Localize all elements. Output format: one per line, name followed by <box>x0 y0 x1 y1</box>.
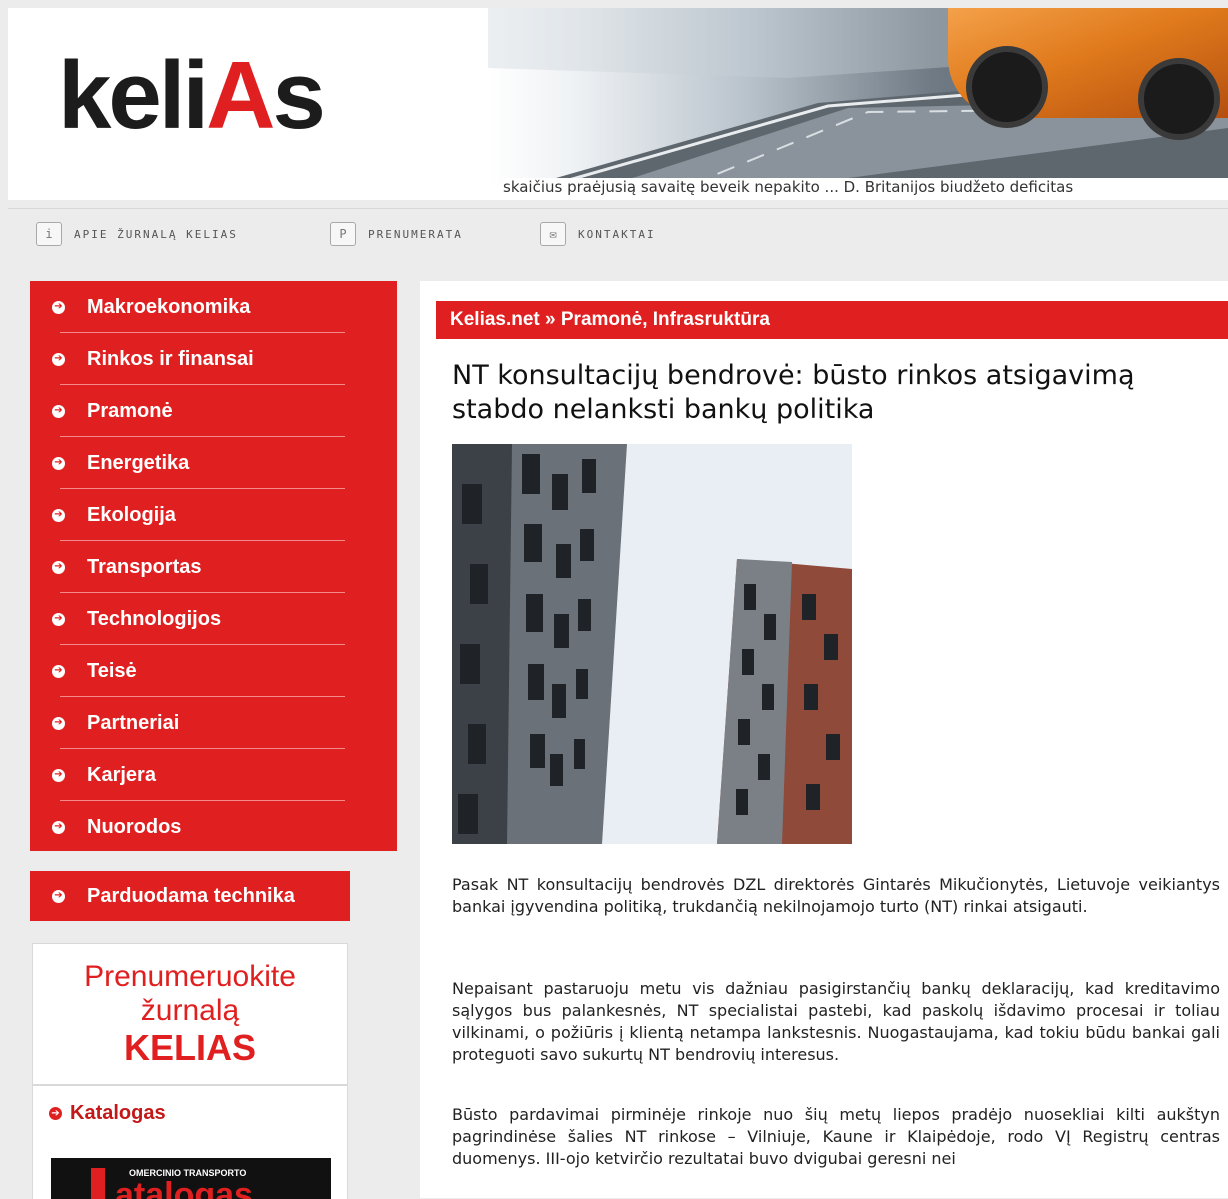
subscribe-banner-line2: žurnalą <box>140 994 240 1027</box>
arrow-icon: ➔ <box>49 1107 62 1120</box>
info-icon: i <box>36 222 62 246</box>
catalog-box: ➔ Katalogas OMERCINIO TRANSPORTO ataloga… <box>32 1085 348 1199</box>
menu-item-label: Teisė <box>87 659 137 682</box>
nav-subscription-label: PRENUMERATA <box>368 227 463 241</box>
menu-item-label: Nuorodos <box>87 815 182 838</box>
subscribe-banner[interactable]: Prenumeruokite žurnalą KELIAS <box>32 943 348 1085</box>
nav-contacts-label: KONTAKTAI <box>578 227 656 241</box>
site-header: keliAs skaičius praėjusią savaitę beveik… <box>8 8 1228 200</box>
menu-item-rinkos-ir-finansai[interactable]: ➔ Rinkos ir finansai <box>30 333 397 385</box>
menu-item-label: Transportas <box>87 555 202 578</box>
breadcrumb[interactable]: Kelias.net » Pramonė, Infrasruktūra <box>436 301 1228 339</box>
nav-about[interactable]: i APIE ŽURNALĄ KELIAS <box>36 221 238 247</box>
menu-item-transportas[interactable]: ➔ Transportas <box>30 541 397 593</box>
article-paragraph: Būsto pardavimai pirminėje rinkoje nuo š… <box>452 1105 1220 1168</box>
arrow-icon: ➔ <box>52 716 65 730</box>
arrow-icon: ➔ <box>52 768 65 782</box>
equipment-for-sale-label: Parduodama technika <box>87 884 295 907</box>
article-title: NT konsultacijų bendrovė: būsto rinkos a… <box>452 360 1135 425</box>
arrow-icon: ➔ <box>52 456 65 470</box>
menu-item-ekologija[interactable]: ➔ Ekologija <box>30 489 397 541</box>
article-paragraph: Nepaisant pastaruoju metu vis dažniau pa… <box>452 979 1220 1064</box>
arrow-icon: ➔ <box>52 508 65 522</box>
envelope-icon: ✉ <box>540 222 566 246</box>
article-paragraph: Pasak NT konsultacijų bendrovės DZL dire… <box>452 875 1220 916</box>
menu-item-label: Technologijos <box>87 607 222 630</box>
category-menu: ➔ Makroekonomika ➔ Rinkos ir finansai ➔ Pra… <box>30 281 397 851</box>
subscription-icon: P <box>330 222 356 246</box>
article-panel: Kelias.net » Pramonė, Infrasruktūra NT k… <box>420 281 1228 1198</box>
catalog-title-label: Katalogas <box>70 1102 166 1124</box>
menu-item-energetika[interactable]: ➔ Energetika <box>30 437 397 489</box>
subscribe-banner-line3: KELIAS <box>123 1027 256 1068</box>
menu-item-label: Energetika <box>87 451 190 474</box>
menu-item-nuorodos[interactable]: ➔ Nuorodos <box>30 801 397 853</box>
arrow-icon: ➔ <box>52 404 65 418</box>
menu-item-makroekonomika[interactable]: ➔ Makroekonomika <box>30 281 397 333</box>
menu-item-label: Makroekonomika <box>87 295 251 318</box>
breadcrumb-text: Kelias.net » Pramonė, Infrasruktūra <box>450 309 770 330</box>
nav-subscription[interactable]: P PRENUMERATA <box>330 221 463 247</box>
menu-item-label: Pramonė <box>87 399 173 422</box>
site-logo[interactable]: keliAs <box>58 48 326 144</box>
nav-contacts[interactable]: ✉ KONTAKTAI <box>540 221 656 247</box>
article-photo <box>452 444 852 844</box>
menu-item-label: Partneriai <box>87 711 180 734</box>
arrow-icon: ➔ <box>52 612 65 626</box>
menu-item-label: Rinkos ir finansai <box>87 347 254 370</box>
arrow-icon: ➔ <box>52 352 65 366</box>
menu-item-label: Karjera <box>87 763 156 786</box>
catalog-banner-big-text: atalogas <box>115 1176 253 1199</box>
subscribe-banner-line1: Prenumeruokite <box>84 960 296 993</box>
menu-item-partneriai[interactable]: ➔ Partneriai <box>30 697 397 749</box>
arrow-icon: ➔ <box>52 820 65 834</box>
menu-item-teise[interactable]: ➔ Teisė <box>30 645 397 697</box>
news-ticker[interactable]: skaičius praėjusią savaitę beveik nepaki… <box>503 178 1228 200</box>
catalog-title[interactable]: ➔ Katalogas <box>49 1102 166 1125</box>
menu-item-technologijos[interactable]: ➔ Technologijos <box>30 593 397 645</box>
car-image <box>948 8 1228 140</box>
arrow-icon: ➔ <box>52 889 65 903</box>
arrow-icon: ➔ <box>52 560 65 574</box>
catalog-banner-image[interactable]: OMERCINIO TRANSPORTO atalogas <box>51 1158 331 1199</box>
top-navigation: i APIE ŽURNALĄ KELIAS P PRENUMERATA ✉ KO… <box>8 208 1228 261</box>
menu-item-pramone[interactable]: ➔ Pramonė <box>30 385 397 437</box>
menu-item-karjera[interactable]: ➔ Karjera <box>30 749 397 801</box>
arrow-icon: ➔ <box>52 664 65 678</box>
equipment-for-sale-button[interactable]: ➔ Parduodama technika <box>30 871 350 921</box>
arrow-icon: ➔ <box>52 300 65 314</box>
menu-item-label: Ekologija <box>87 503 176 526</box>
nav-about-label: APIE ŽURNALĄ KELIAS <box>74 227 238 241</box>
